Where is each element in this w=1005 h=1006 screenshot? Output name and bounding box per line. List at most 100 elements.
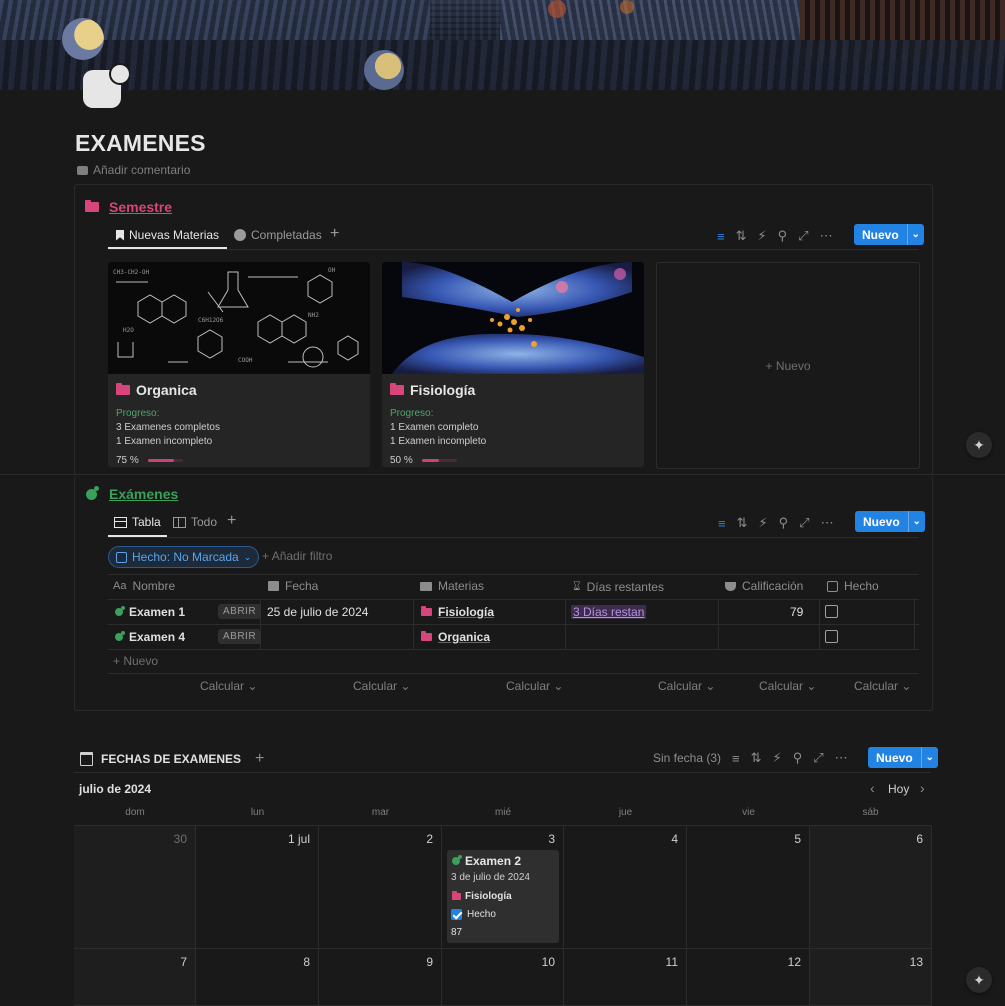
add-view-button[interactable]: + (227, 512, 236, 530)
weekday-label: jue (618, 807, 633, 818)
calculate-button[interactable]: Calcular ⌄ (200, 679, 257, 693)
examenes-header[interactable]: Exámenes (86, 485, 178, 502)
checkbox[interactable] (825, 630, 838, 643)
calendar-event-card[interactable]: Examen 2 3 de julio de 2024 Fisiología H… (447, 850, 559, 943)
ai-sparkle-button[interactable]: ✦ (966, 967, 992, 993)
calculate-button[interactable]: Calcular ⌄ (759, 679, 816, 693)
calendar-icon (80, 752, 93, 766)
sort-icon[interactable]: ⇅ (737, 515, 748, 531)
filter-icon[interactable]: ≡ (732, 751, 740, 766)
checkbox[interactable] (825, 605, 838, 618)
calendar-day[interactable]: 6 (810, 826, 932, 949)
expand-icon[interactable]: ⤢ (799, 515, 809, 531)
column-header-nombre[interactable]: Aa Nombre (113, 579, 175, 593)
sort-icon[interactable]: ⇅ (736, 228, 747, 244)
event-hecho: Hecho (451, 909, 496, 920)
calendar-new-button[interactable]: Nuevo ⌄ (868, 747, 938, 768)
calendar-day[interactable]: 9 (319, 949, 442, 1006)
calendar-day[interactable]: 5 (687, 826, 810, 949)
progress-label: Progreso: (390, 408, 434, 419)
no-date-button[interactable]: Sin fecha (3) (653, 751, 721, 765)
next-month-button[interactable]: › (920, 780, 925, 796)
tab-todo[interactable]: Todo (173, 515, 217, 529)
expand-icon[interactable]: ⤢ (798, 228, 808, 244)
semestre-new-button[interactable]: Nuevo ⌄ (854, 224, 924, 245)
checkbox-checked[interactable] (451, 909, 462, 920)
section-divider (0, 474, 1005, 475)
chevron-down-icon[interactable]: ⌄ (920, 747, 938, 768)
calendar-day[interactable]: 10 (442, 949, 564, 1006)
ai-sparkle-button[interactable]: ✦ (966, 432, 992, 458)
automation-icon[interactable]: ⚡︎ (773, 750, 782, 766)
more-icon[interactable]: ⋯ (821, 515, 834, 531)
exam-icon (452, 855, 462, 865)
card-organica[interactable]: CH3-CH2-OH C6H12O6 NH2 H2O COOH OH Organica… (108, 262, 370, 467)
column-header-calificacion[interactable]: Calificación (725, 579, 803, 593)
svg-text:C6H12O6: C6H12O6 (198, 317, 224, 324)
automation-icon[interactable]: ⚡︎ (759, 515, 768, 531)
calendar-day[interactable]: 12 (687, 949, 810, 1006)
calculate-button[interactable]: Calcular ⌄ (854, 679, 911, 693)
calendar-day[interactable]: 1 jul (196, 826, 319, 949)
semestre-header[interactable]: Semestre (85, 199, 172, 215)
tab-tabla[interactable]: Tabla (114, 515, 161, 529)
calculate-button[interactable]: Calcular ⌄ (658, 679, 715, 693)
search-icon[interactable]: ⚲ (779, 515, 789, 531)
today-button[interactable]: Hoy (888, 782, 909, 796)
column-header-dias-restantes[interactable]: ⌛︎ Días restantes (573, 579, 664, 594)
automation-icon[interactable]: ⚡︎ (758, 228, 767, 244)
calendar-day[interactable]: 4 (564, 826, 687, 949)
sort-icon[interactable]: ⇅ (751, 750, 762, 766)
calendar-day[interactable]: 13 (810, 949, 932, 1006)
calendar-day[interactable]: 8 (196, 949, 319, 1006)
add-row-button[interactable]: + Nuevo (113, 654, 158, 668)
table-cell-hecho[interactable] (825, 605, 838, 621)
column-divider (565, 600, 566, 650)
column-header-hecho[interactable]: Hecho (827, 579, 879, 593)
calendar-day[interactable]: 11 (564, 949, 687, 1006)
calendar-day[interactable]: 7 (74, 949, 196, 1006)
semestre-title: Semestre (109, 199, 173, 215)
filter-icon[interactable]: ≡ (717, 229, 725, 244)
hourglass-icon: ⌛︎ (573, 579, 581, 593)
calendar-day[interactable]: 30 (74, 826, 196, 949)
add-filter-button[interactable]: + Añadir filtro (262, 549, 332, 563)
calculate-button[interactable]: Calcular ⌄ (506, 679, 563, 693)
tabs-divider (108, 249, 919, 250)
filter-icon[interactable]: ≡ (718, 516, 726, 531)
table-row-name[interactable]: Examen 4 (115, 629, 185, 645)
expand-icon[interactable]: ⤢ (813, 750, 823, 766)
add-view-button[interactable]: + (255, 750, 264, 768)
chevron-down-icon[interactable]: ⌄ (906, 224, 924, 245)
tab-nuevas-materias[interactable]: Nuevas Materias (116, 228, 219, 242)
more-icon[interactable]: ⋯ (820, 228, 833, 244)
table-cell-materia[interactable]: Fisiología (421, 604, 494, 620)
calculate-button[interactable]: Calcular ⌄ (353, 679, 410, 693)
prev-month-button[interactable]: ‹ (870, 780, 875, 796)
calendar-divider (74, 772, 931, 773)
column-header-fecha[interactable]: Fecha (268, 579, 318, 593)
table-cell-dias[interactable]: 3 Días restan (571, 604, 647, 620)
calendar-header[interactable]: FECHAS DE EXAMENES + (80, 750, 264, 768)
search-icon[interactable]: ⚲ (778, 228, 788, 244)
add-card-button[interactable]: + Nuevo (656, 262, 920, 469)
more-icon[interactable]: ⋯ (835, 750, 848, 766)
table-cell-fecha[interactable]: 25 de julio de 2024 (267, 604, 368, 620)
column-header-materias[interactable]: Materias (420, 579, 484, 593)
table-row-name[interactable]: Examen 1 (115, 604, 185, 620)
examenes-toolbar: ≡ ⇅ ⚡︎ ⚲ ⤢ ⋯ (718, 515, 834, 531)
filter-chip[interactable]: Hecho: No Marcada ⌄ (108, 546, 260, 568)
table-cell-hecho[interactable] (825, 630, 838, 646)
add-view-button[interactable]: + (330, 225, 339, 243)
card-fisiologia[interactable]: Fisiología Progreso: 1 Examen completo 1… (382, 262, 644, 467)
search-icon[interactable]: ⚲ (793, 750, 803, 766)
calendar-day[interactable]: 2 (319, 826, 442, 949)
table-cell-calificacion[interactable]: 79 (790, 604, 803, 620)
add-comment[interactable]: Añadir comentario (77, 163, 190, 177)
tab-completadas[interactable]: Completadas (234, 228, 322, 242)
table-cell-materia[interactable]: Organica (421, 629, 490, 645)
open-button[interactable]: ABRIR (218, 629, 262, 644)
examenes-new-button[interactable]: Nuevo ⌄ (855, 511, 925, 532)
chevron-down-icon[interactable]: ⌄ (907, 511, 925, 532)
open-button[interactable]: ABRIR (218, 604, 262, 619)
